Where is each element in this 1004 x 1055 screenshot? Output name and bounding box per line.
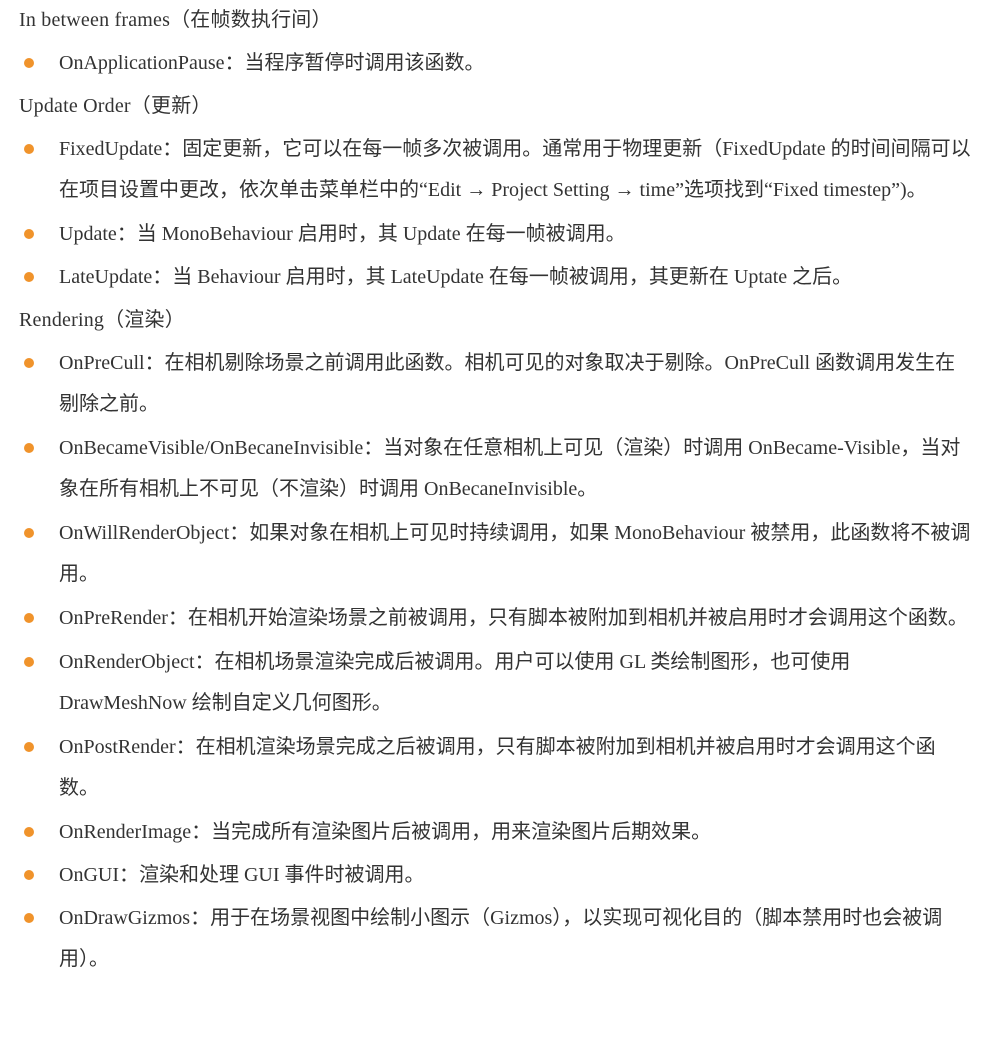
list-item-text: OnGUI：渲染和处理 GUI 事件时被调用。 (59, 864, 425, 886)
list-item-text: Update：当 MonoBehaviour 启用时，其 Update 在每一帧… (59, 223, 626, 245)
list-item-text: OnDrawGizmos：用于在场景视图中绘制小图示（Gizmos），以实现可视… (59, 907, 943, 970)
bullet-dot-icon (24, 657, 34, 667)
list-item-text: OnRenderImage：当完成所有渲染图片后被调用，用来渲染图片后期效果。 (59, 821, 712, 843)
list-item-ondrawgizmos: OnDrawGizmos：用于在场景视图中绘制小图示（Gizmos），以实现可视… (19, 898, 974, 980)
bullet-dot-icon (24, 528, 34, 538)
list-item-text: OnRenderObject：在相机场景渲染完成后被调用。用户可以使用 GL 类… (59, 651, 851, 714)
bullet-dot-icon (24, 229, 34, 239)
list-item-onwillrenderobject: OnWillRenderObject：如果对象在相机上可见时持续调用，如果 Mo… (19, 513, 974, 595)
list-item-text: OnBecameVisible/OnBecaneInvisible：当对象在任意… (59, 437, 961, 500)
section-heading-rendering: Rendering（渲染） (19, 309, 185, 331)
list-item-onbecamevisible: OnBecameVisible/OnBecaneInvisible：当对象在任意… (19, 428, 974, 510)
section-heading-update-order: Update Order（更新） (19, 95, 212, 117)
list-item-text: OnPreRender：在相机开始渲染场景之前被调用，只有脚本被附加到相机并被启… (59, 607, 968, 629)
list-item-text: OnPostRender：在相机渲染场景完成之后被调用，只有脚本被附加到相机并被… (59, 736, 936, 799)
bullet-dot-icon (24, 613, 34, 623)
bullet-dot-icon (24, 358, 34, 368)
list-item-text: OnPreCull：在相机剔除场景之前调用此函数。相机可见的对象取决于剔除。On… (59, 352, 956, 415)
bullet-dot-icon (24, 913, 34, 923)
list-item-onprecull: OnPreCull：在相机剔除场景之前调用此函数。相机可见的对象取决于剔除。On… (19, 343, 974, 425)
bullet-dot-icon (24, 144, 34, 154)
bullet-dot-icon (24, 443, 34, 453)
list-item-text: FixedUpdate：固定更新，它可以在每一帧多次被调用。通常用于物理更新（F… (59, 138, 971, 201)
bullet-dot-icon (24, 742, 34, 752)
list-item-onapplicationpause: OnApplicationPause：当程序暂停时调用该函数。 (19, 51, 974, 75)
list-item-ongui: OnGUI：渲染和处理 GUI 事件时被调用。 (19, 863, 974, 887)
list-item-onrenderobject: OnRenderObject：在相机场景渲染完成后被调用。用户可以使用 GL 类… (19, 642, 974, 724)
document-body: In between frames（在帧数执行间） OnApplicationP… (0, 0, 1004, 980)
list-item-onpostrender: OnPostRender：在相机渲染场景完成之后被调用，只有脚本被附加到相机并被… (19, 727, 974, 809)
list-item-onprerender: OnPreRender：在相机开始渲染场景之前被调用，只有脚本被附加到相机并被启… (19, 598, 974, 639)
bullet-dot-icon (24, 870, 34, 880)
section-heading-between-frames: In between frames（在帧数执行间） (19, 9, 332, 31)
list-item-text: LateUpdate：当 Behaviour 启用时，其 LateUpdate … (59, 266, 853, 288)
list-item-fixedupdate: FixedUpdate：固定更新，它可以在每一帧多次被调用。通常用于物理更新（F… (19, 129, 974, 211)
list-item-text: OnApplicationPause：当程序暂停时调用该函数。 (59, 52, 485, 74)
list-item-text: OnWillRenderObject：如果对象在相机上可见时持续调用，如果 Mo… (59, 522, 971, 585)
list-item-onrenderimage: OnRenderImage：当完成所有渲染图片后被调用，用来渲染图片后期效果。 (19, 820, 974, 844)
bullet-dot-icon (24, 58, 34, 68)
bullet-dot-icon (24, 272, 34, 282)
bullet-dot-icon (24, 827, 34, 837)
list-item-lateupdate: LateUpdate：当 Behaviour 启用时，其 LateUpdate … (19, 265, 974, 289)
list-item-update: Update：当 MonoBehaviour 启用时，其 Update 在每一帧… (19, 222, 974, 246)
